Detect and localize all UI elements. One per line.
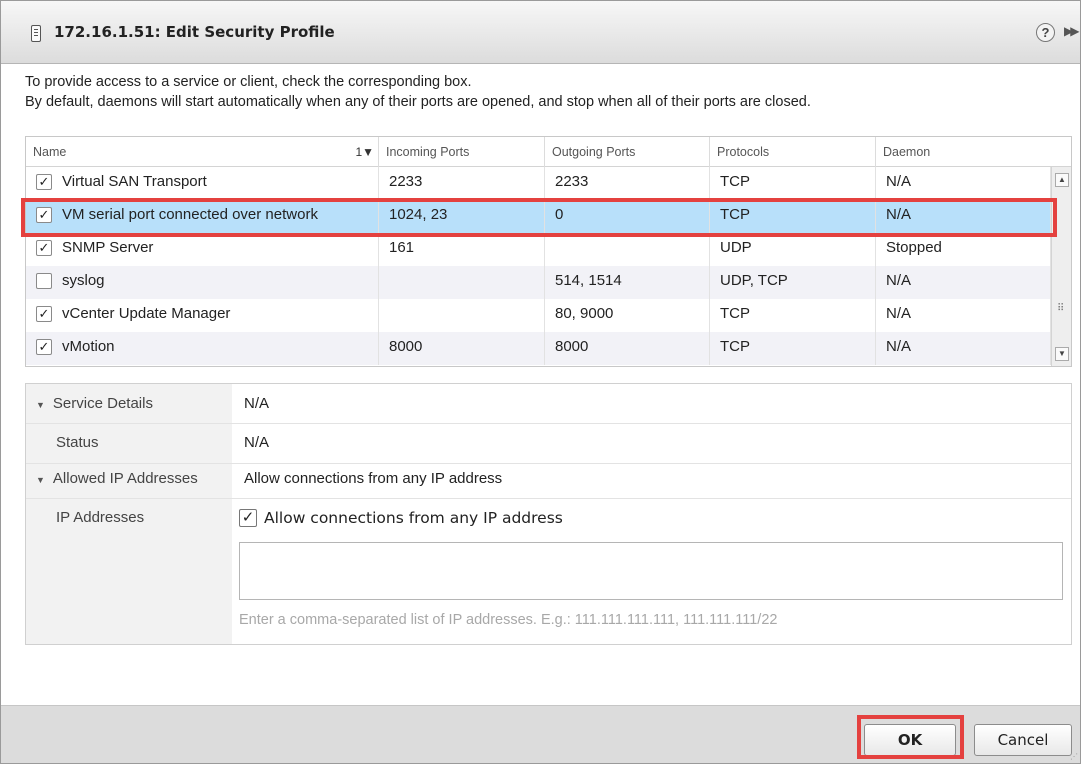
column-header-name[interactable]: Name 1▼: [26, 137, 379, 167]
outgoing-ports-cell: 0: [545, 200, 710, 233]
service-name-text: syslog: [62, 272, 105, 289]
protocols-cell: TCP: [710, 299, 876, 332]
service-name-text: vCenter Update Manager: [62, 305, 231, 322]
incoming-ports-cell: 2233: [379, 167, 545, 200]
column-header-incoming[interactable]: Incoming Ports: [379, 137, 545, 167]
service-name-cell: ✓ VM serial port connected over network: [26, 200, 379, 233]
service-enabled-checkbox[interactable]: ✓: [36, 207, 52, 223]
ok-button[interactable]: OK: [864, 724, 956, 756]
collapse-triangle-icon[interactable]: ▼: [36, 475, 45, 485]
daemon-cell: N/A: [876, 266, 1051, 299]
outgoing-ports-cell: 2233: [545, 167, 710, 200]
incoming-ports-cell: [379, 299, 545, 332]
ip-addresses-hint: Enter a comma-separated list of IP addre…: [239, 612, 778, 628]
intro-text: To provide access to a service or client…: [25, 72, 811, 112]
help-icon[interactable]: ?: [1036, 23, 1055, 42]
intro-line-2: By default, daemons will start automatic…: [25, 94, 811, 110]
outgoing-ports-cell: 8000: [545, 332, 710, 365]
dialog-titlebar: 172.16.1.51: Edit Security Profile ? ▶▶: [1, 1, 1080, 64]
cancel-button[interactable]: Cancel: [974, 724, 1072, 756]
protocols-cell: TCP: [710, 167, 876, 200]
service-details-panel: ▼ Service Details N/A Status N/A ▼ Allowed…: [25, 383, 1072, 645]
daemon-cell: N/A: [876, 200, 1051, 233]
services-table: Name 1▼ Incoming Ports Outgoing Ports Pr…: [25, 136, 1072, 367]
collapse-triangle-icon[interactable]: ▼: [36, 400, 45, 410]
protocols-cell: TCP: [710, 332, 876, 365]
protocols-cell: UDP: [710, 233, 876, 266]
service-name-cell: ✓ Virtual SAN Transport: [26, 167, 379, 200]
service-details-toggle[interactable]: ▼ Service Details: [36, 395, 153, 412]
service-details-value: N/A: [244, 395, 270, 412]
column-header-daemon[interactable]: Daemon: [876, 137, 1071, 167]
status-value: N/A: [244, 434, 270, 451]
incoming-ports-cell: [379, 266, 545, 299]
table-row[interactable]: syslog 514, 1514 UDP, TCP N/A: [26, 266, 1051, 299]
dialog-title: 172.16.1.51: Edit Security Profile: [54, 23, 335, 41]
details-row-allowed-ip: ▼ Allowed IP Addresses Allow connections …: [26, 464, 1071, 499]
table-header: Name 1▼ Incoming Ports Outgoing Ports Pr…: [26, 137, 1071, 167]
table-row[interactable]: ✓ Virtual SAN Transport 2233 2233 TCP N/A: [26, 167, 1051, 200]
service-name-cell: ✓ vMotion: [26, 332, 379, 365]
service-enabled-checkbox[interactable]: ✓: [36, 306, 52, 322]
service-name-cell: ✓ vCenter Update Manager: [26, 299, 379, 332]
scroll-grip-icon[interactable]: ⠿: [1057, 303, 1064, 314]
column-header-protocols[interactable]: Protocols: [710, 137, 876, 167]
incoming-ports-cell: 8000: [379, 332, 545, 365]
column-header-outgoing[interactable]: Outgoing Ports: [545, 137, 710, 167]
allowed-ip-value: Allow connections from any IP address: [244, 470, 503, 487]
service-enabled-checkbox[interactable]: ✓: [36, 240, 52, 256]
host-icon: [31, 25, 41, 42]
daemon-cell: N/A: [876, 332, 1051, 365]
table-row[interactable]: ✓ vMotion 8000 8000 TCP N/A: [26, 332, 1051, 365]
details-row-service: ▼ Service Details N/A: [26, 384, 1071, 424]
allow-any-ip-checkbox[interactable]: ✓: [239, 509, 257, 527]
service-enabled-checkbox[interactable]: ✓: [36, 174, 52, 190]
service-name-text: VM serial port connected over network: [62, 206, 318, 223]
daemon-cell: Stopped: [876, 233, 1051, 266]
service-enabled-checkbox[interactable]: [36, 273, 52, 289]
table-scrollbar[interactable]: ▲ ⠿ ▼: [1051, 167, 1071, 366]
edit-security-profile-dialog: 172.16.1.51: Edit Security Profile ? ▶▶ …: [0, 0, 1081, 764]
service-name-cell: syslog: [26, 266, 379, 299]
scroll-up-icon[interactable]: ▲: [1055, 173, 1069, 187]
allowed-ip-toggle[interactable]: ▼ Allowed IP Addresses: [36, 470, 198, 487]
outgoing-ports-cell: 514, 1514: [545, 266, 710, 299]
daemon-cell: N/A: [876, 299, 1051, 332]
resize-grip-icon[interactable]: ⋰: [1070, 752, 1078, 761]
expand-icon[interactable]: ▶▶: [1064, 24, 1080, 38]
outgoing-ports-cell: 80, 9000: [545, 299, 710, 332]
incoming-ports-cell: 161: [379, 233, 545, 266]
allow-any-ip-label[interactable]: Allow connections from any IP address: [264, 509, 563, 527]
table-row[interactable]: ✓ vCenter Update Manager 80, 9000 TCP N/A: [26, 299, 1051, 332]
protocols-cell: UDP, TCP: [710, 266, 876, 299]
table-row[interactable]: ✓ VM serial port connected over network 10…: [26, 200, 1051, 233]
service-name-text: vMotion: [62, 338, 115, 355]
service-enabled-checkbox[interactable]: ✓: [36, 339, 52, 355]
table-row[interactable]: ✓ SNMP Server 161 UDP Stopped: [26, 233, 1051, 266]
daemon-cell: N/A: [876, 167, 1051, 200]
service-name-cell: ✓ SNMP Server: [26, 233, 379, 266]
ip-addresses-label: IP Addresses: [56, 509, 145, 526]
dialog-footer: OK Cancel ⋰: [1, 705, 1080, 763]
protocols-cell: TCP: [710, 200, 876, 233]
scroll-down-icon[interactable]: ▼: [1055, 347, 1069, 361]
incoming-ports-cell: 1024, 23: [379, 200, 545, 233]
intro-line-1: To provide access to a service or client…: [25, 74, 472, 90]
outgoing-ports-cell: [545, 233, 710, 266]
ip-addresses-input[interactable]: [239, 542, 1063, 600]
service-name-text: Virtual SAN Transport: [62, 173, 207, 190]
service-name-text: SNMP Server: [62, 239, 154, 256]
status-label: Status: [56, 434, 99, 451]
details-row-status: Status N/A: [26, 424, 1071, 464]
sort-desc-icon[interactable]: 1▼: [355, 137, 374, 167]
